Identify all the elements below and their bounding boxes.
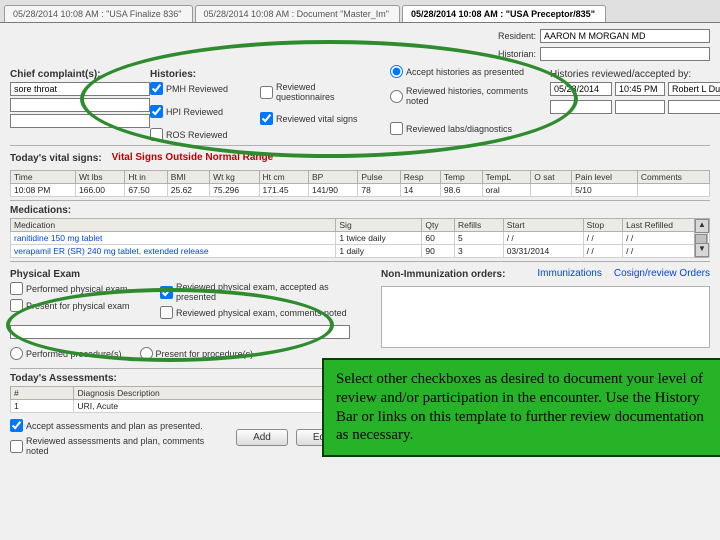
cb-reviewed-vitals[interactable]: Reviewed vital signs	[260, 112, 376, 125]
cb-accept-assessments[interactable]: Accept assessments and plan as presented…	[10, 419, 214, 432]
review-time-field-2[interactable]	[615, 100, 665, 114]
vitals-alert: Vital Signs Outside Normal Range	[112, 152, 274, 163]
review-date-field-2[interactable]	[550, 100, 612, 114]
cb-pmh-reviewed[interactable]: PMH Reviewed	[150, 82, 246, 95]
historian-label: Historian:	[498, 49, 536, 59]
vitals-grid: TimeWt lbsHt inBMIWt kgHt cmBPPulseRespT…	[10, 170, 710, 197]
review-name-field-2[interactable]	[668, 100, 720, 114]
radio-present-proc[interactable]: Present for procedure(s)	[140, 347, 254, 360]
phys-exam-title: Physical Exam	[10, 269, 370, 280]
link-immunizations[interactable]: Immunizations	[537, 268, 601, 279]
cb-reviewed-phys-comments[interactable]: Reviewed physical exam, comments noted	[160, 306, 356, 319]
orders-panel	[381, 286, 710, 348]
resident-field[interactable]	[540, 29, 710, 43]
cb-present-phys[interactable]: Present for physical exam	[10, 299, 146, 312]
orders-title: Non-Immunization orders:	[381, 269, 505, 280]
tab-masterim[interactable]: 05/28/2014 10:08 AM : Document "Master_I…	[195, 5, 401, 22]
tab-finalize[interactable]: 05/28/2014 10:08 AM : "USA Finalize 836"	[4, 5, 193, 22]
chief-complaint-field-2[interactable]	[10, 98, 150, 112]
cb-hpi-reviewed[interactable]: HPI Reviewed	[150, 105, 246, 118]
chief-complaint-title: Chief complaint(s):	[10, 69, 150, 80]
scrollbar[interactable]: ▲ ▼	[694, 218, 708, 258]
review-time-field[interactable]	[615, 82, 665, 96]
review-date-field[interactable]	[550, 82, 612, 96]
cb-reviewed-phys-accepted[interactable]: Reviewed physical exam, accepted as pres…	[160, 282, 356, 302]
scroll-up-icon[interactable]: ▲	[695, 219, 709, 233]
meds-grid: MedicationSigQtyRefillsStartStopLast Ref…	[10, 218, 710, 258]
cb-reviewed-questionnaires[interactable]: Reviewed questionnaires	[260, 82, 376, 102]
radio-accept-histories[interactable]: Accept histories as presented	[390, 65, 532, 78]
chief-complaint-field[interactable]	[10, 82, 150, 96]
histories-title: Histories:	[150, 69, 390, 80]
radio-reviewed-histories-comments[interactable]: Reviewed histories, comments noted	[390, 86, 532, 106]
cb-reviewed-assessments-comments[interactable]: Reviewed assessments and plan, comments …	[10, 436, 214, 456]
tab-preceptor[interactable]: 05/28/2014 10:08 AM : "USA Preceptor/835…	[402, 5, 606, 22]
review-by-title: Histories reviewed/accepted by:	[550, 69, 720, 80]
review-name-field[interactable]	[668, 82, 720, 96]
add-button[interactable]: Add	[236, 429, 288, 446]
scroll-down-icon[interactable]: ▼	[695, 243, 709, 257]
phys-notes-field[interactable]	[10, 325, 350, 339]
radio-performed-proc[interactable]: Performed procedure(s)	[10, 347, 122, 360]
cb-performed-phys[interactable]: Performed physical exam	[10, 282, 146, 295]
link-cosign-review[interactable]: Cosign/review Orders	[614, 268, 710, 279]
document-tabs: 05/28/2014 10:08 AM : "USA Finalize 836"…	[0, 0, 720, 23]
annotation-callout: Select other checkboxes as desired to do…	[322, 358, 720, 457]
vitals-title: Today's vital signs:	[10, 153, 102, 164]
chief-complaint-field-3[interactable]	[10, 114, 150, 128]
resident-label: Resident:	[498, 31, 536, 41]
cb-reviewed-labs[interactable]: Reviewed labs/diagnostics	[390, 122, 536, 135]
meds-title: Medications:	[10, 205, 710, 216]
historian-field[interactable]	[540, 47, 710, 61]
cb-ros-reviewed[interactable]: ROS Reviewed	[150, 128, 246, 141]
